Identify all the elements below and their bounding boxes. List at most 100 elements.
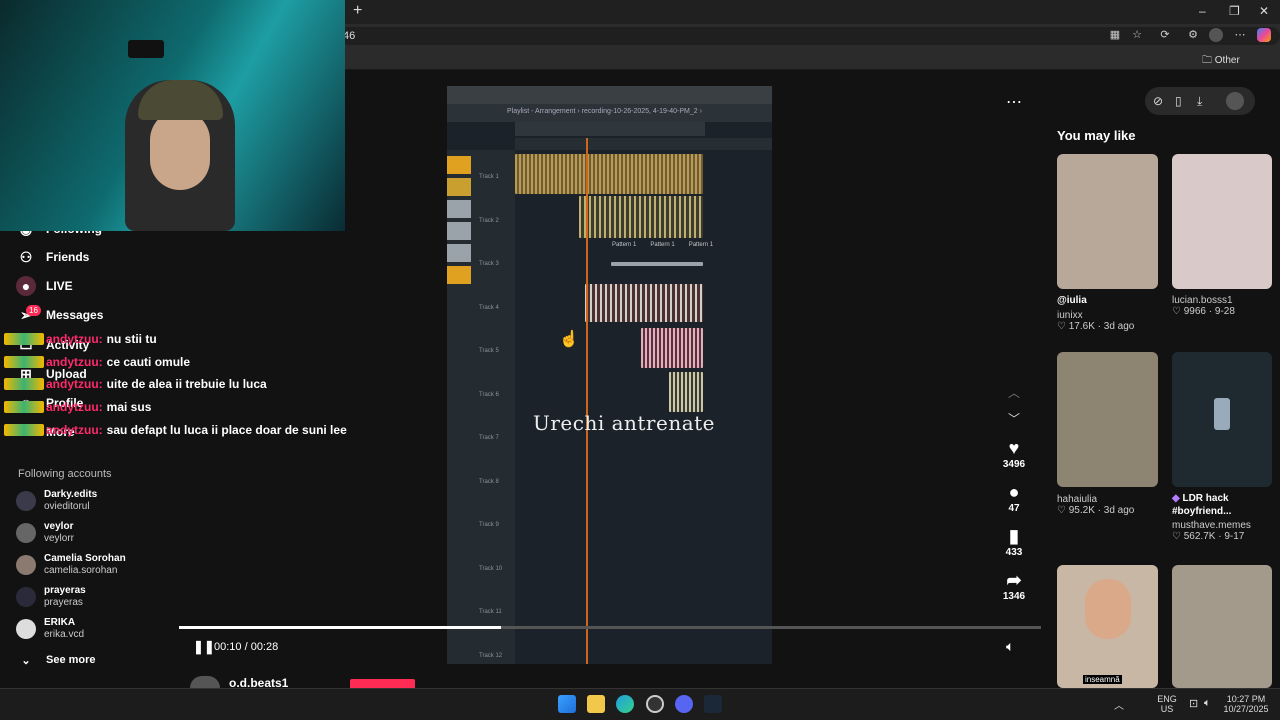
author-name[interactable]: o.d.beats1 — [229, 676, 288, 688]
save-button[interactable]: ▮ 433 — [994, 526, 1034, 558]
account-item[interactable]: ERIKA erika.vcd — [16, 617, 84, 641]
copilot-icon[interactable] — [1257, 28, 1271, 42]
pause-icon[interactable]: ❚❚ — [193, 639, 215, 655]
recommendation-card[interactable]: @iulia iunixx ♡ 17.6K · 3d ago — [1057, 295, 1167, 332]
chat-text: ce cauti omule — [106, 355, 191, 369]
share-icon: ➦ — [1006, 570, 1022, 590]
share-button[interactable]: ➦ 1346 — [994, 570, 1034, 602]
chat-badge-icon — [4, 378, 44, 390]
author-avatar[interactable] — [190, 676, 220, 688]
chat-username: andytzuu: — [46, 355, 103, 369]
track-label: Track 9 — [479, 522, 499, 528]
phone-image — [1214, 398, 1230, 430]
taskbar — [0, 688, 1280, 720]
sidebar-item-friends[interactable]: ⚇ Friends — [16, 247, 90, 267]
recommendation-date: 9-17 — [1224, 531, 1245, 542]
daw-time-strip — [515, 122, 705, 136]
chat-badge-icon — [4, 333, 44, 345]
recommendation-likes: 562.7K — [1183, 531, 1216, 542]
extension-icon[interactable]: ⟳ — [1158, 28, 1172, 42]
pattern-label: Pattern 1 — [688, 242, 714, 248]
theme-toggle-icon[interactable] — [1226, 92, 1244, 110]
track-label: Track 5 — [479, 348, 499, 354]
favorite-star-icon[interactable]: ☆ — [1130, 28, 1144, 42]
chevron-up-icon[interactable]: ︿ — [1008, 384, 1020, 401]
account-item[interactable]: Camelia Sorohan camelia.sorohan — [16, 553, 126, 577]
recommendation-card[interactable]: ◆ LDR hack #boyfriend... musthave.memes … — [1172, 492, 1280, 542]
clock[interactable]: 10:27 PM 10/27/2025 — [1222, 694, 1270, 714]
follow-button[interactable] — [350, 679, 415, 688]
network-icon[interactable]: ⊡ — [1189, 697, 1198, 710]
account-item[interactable]: Darky.edits ovieditorul — [16, 489, 97, 513]
pip-icon[interactable]: ⊘ — [1153, 94, 1163, 108]
recommendation-thumbnail[interactable] — [1172, 352, 1272, 487]
account-handle: ovieditorul — [44, 501, 90, 512]
clock-date: 10/27/2025 — [1223, 704, 1269, 714]
new-tab-button[interactable]: + — [353, 2, 362, 20]
account-name: prayeras — [44, 585, 86, 596]
account-item[interactable]: prayeras prayeras — [16, 585, 86, 609]
menu-dots-icon[interactable]: ⋯ — [1233, 28, 1247, 42]
maximize-button[interactable]: ❐ — [1229, 4, 1240, 18]
language-indicator[interactable]: ENG US — [1156, 694, 1178, 714]
webcam-overlay — [0, 0, 345, 231]
account-name: Darky.edits — [44, 489, 98, 500]
phone-icon[interactable]: ▯ — [1175, 94, 1182, 108]
volume-icon[interactable]: 🔈︎ — [1006, 638, 1014, 655]
audio-clip — [585, 284, 703, 322]
recommendation-card[interactable]: hahaiulia ♡ 95.2K · 3d ago — [1057, 494, 1167, 516]
collections-icon[interactable]: ⚙ — [1186, 28, 1200, 42]
edge-icon[interactable] — [616, 695, 634, 713]
recommendation-card[interactable]: lucian.bosss1 ♡ 9966 · 9-28 — [1172, 295, 1280, 317]
account-handle: veylorr — [44, 533, 75, 544]
daw-pattern-list — [447, 156, 471, 296]
more-options-icon[interactable]: ⋯ — [1006, 92, 1022, 112]
file-explorer-icon[interactable] — [587, 695, 605, 713]
track-label: Track 3 — [479, 261, 499, 267]
start-icon[interactable] — [558, 695, 576, 713]
chevron-up-icon[interactable]: ︿ — [1114, 697, 1124, 712]
speaker-icon[interactable]: 🔈︎ — [1204, 697, 1211, 710]
mouse-cursor-icon: ☝ — [559, 331, 579, 348]
webcam-background-object — [128, 40, 164, 58]
recommendation-thumbnail[interactable] — [1172, 565, 1272, 688]
like-button[interactable]: ♥ 3496 — [994, 438, 1034, 470]
daw-ruler — [515, 138, 772, 150]
profile-avatar[interactable] — [1209, 28, 1223, 42]
download-icon[interactable]: ⤓ — [1197, 94, 1202, 109]
face-image — [1085, 579, 1131, 639]
video-player[interactable]: Playlist - Arrangement › recording-10-26… — [447, 86, 772, 664]
recommendation-likes: 9966 — [1183, 306, 1206, 317]
obs-icon[interactable] — [646, 695, 664, 713]
chat-message: andytzuu: nu stii tu — [4, 332, 157, 346]
account-item[interactable]: veylor veylorr — [16, 521, 74, 545]
chat-username: andytzuu: — [46, 377, 103, 391]
sidebar-item-label: Friends — [46, 250, 90, 264]
recommendation-thumbnail[interactable] — [1057, 154, 1158, 289]
discord-icon[interactable] — [675, 695, 693, 713]
recommendation-author: hahaiulia — [1057, 494, 1098, 505]
recommendation-thumbnail[interactable] — [1172, 154, 1272, 289]
avatar — [16, 491, 36, 511]
minimize-button[interactable]: – — [1199, 4, 1206, 18]
see-more-label: See more — [46, 654, 96, 666]
see-more-button[interactable]: ⌄ See more — [16, 650, 96, 670]
recommendation-date: 3d ago — [1103, 505, 1135, 516]
chat-username: andytzuu: — [46, 400, 103, 414]
steam-icon[interactable] — [704, 695, 722, 713]
chevron-down-icon: ⌄ — [21, 654, 31, 667]
track-label: Track 10 — [479, 565, 503, 572]
sidebar-item-live[interactable]: ● LIVE — [16, 276, 73, 296]
recommendation-thumbnail[interactable]: inseamnă — [1057, 565, 1158, 688]
daw-playlist-header: Playlist - Arrangement › recording-10-26… — [447, 104, 772, 122]
language-label: ENG — [1157, 694, 1177, 704]
pattern-label: Pattern 1 — [650, 242, 675, 248]
track-label: Track 6 — [479, 391, 499, 398]
video-caption: Urechi antrenate — [533, 411, 716, 435]
reader-icon[interactable]: ▦ — [1108, 28, 1122, 42]
close-window-button[interactable]: ✕ — [1259, 4, 1269, 18]
recommendation-thumbnail[interactable] — [1057, 352, 1158, 487]
chat-message: andytzuu: ce cauti omule — [4, 355, 190, 369]
comment-button[interactable]: ● 47 — [994, 482, 1034, 514]
chevron-down-icon[interactable]: ﹀ — [1008, 410, 1020, 427]
